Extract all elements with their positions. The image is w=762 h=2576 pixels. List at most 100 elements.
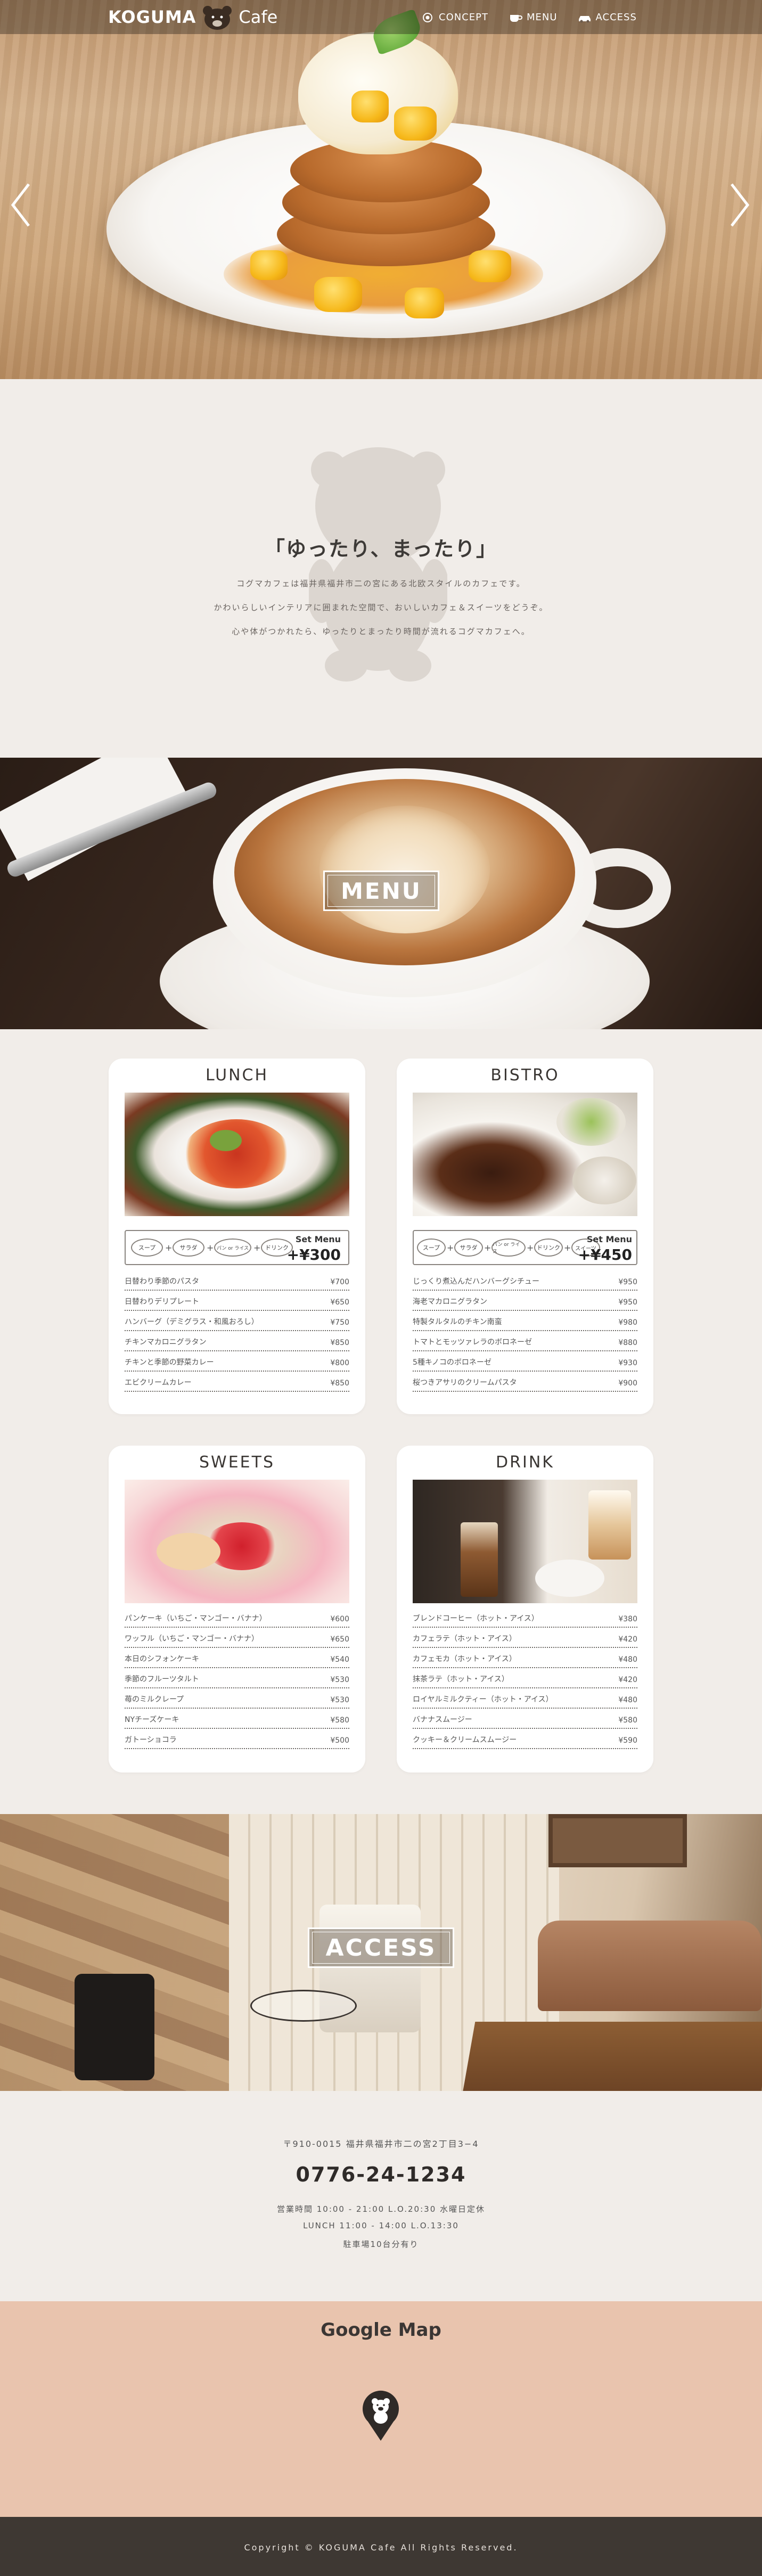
concept-text-line: コグマカフェは福井県福井市二の宮にある北欧スタイルのカフェです。 [236,579,526,588]
menu-item-row: バナナスムージー ¥580 [413,1709,637,1729]
menu-item-price: ¥650 [330,1298,349,1307]
menu-item-row: じっくり煮込んだハンバーグシチュー ¥950 [413,1270,637,1291]
business-hours: 営業時間 10:00 - 21:00 L.O.20:30 水曜日定休 [276,2204,486,2214]
set-item-pill: パン or ライス [214,1238,251,1257]
nav-concept[interactable]: CONCEPT [421,12,488,23]
sweets-photo [125,1480,349,1603]
banner-black-chair [75,1974,154,2080]
menu-item-name: NYチーズケーキ [125,1716,179,1724]
menu-item-name: 本日のシフォンケーキ [125,1655,199,1663]
menu-item-name: ガトーショコラ [125,1736,177,1744]
banner-wood-table [462,2022,762,2091]
menu-item-row: チキンマカロニグラタン ¥850 [125,1331,349,1351]
main-nav: CONCEPT MENU ACCESS [421,12,637,23]
set-plus-icon: + [207,1243,214,1253]
menu-item-price: ¥540 [330,1655,349,1664]
menu-item-row: 特製タルタルのチキン南蛮 ¥980 [413,1311,637,1331]
nav-concept-label: CONCEPT [439,12,488,23]
address-text: 〒910-0015 福井県福井市二の宮2丁目3−4 [283,2139,479,2149]
menu-item-price: ¥420 [618,1676,637,1684]
drink-card-title: DRINK [496,1453,554,1472]
access-banner: ACCESS [0,1814,762,2091]
menu-item-row: エビクリームカレー ¥850 [125,1372,349,1392]
menu-banner: MENU [0,758,762,1029]
sweets-card: SWEETS パンケーキ（いちご・マンゴー・バナナ） ¥600 ワッフル（いちご・マ… [109,1446,365,1773]
bistro-photo [413,1093,637,1216]
menu-item-row: ワッフル（いちご・マンゴー・バナナ） ¥650 [125,1628,349,1648]
banner-window [548,1814,687,1867]
menu-item-name: バナナスムージー [413,1716,472,1724]
set-menu-label: Set Menu [586,1234,632,1244]
set-plus-icon: + [253,1243,261,1253]
lunch-card: LUNCH スープ + サラダ + パン or ライス + ドリンク Set M… [109,1059,365,1414]
nav-access[interactable]: ACCESS [578,12,637,23]
menu-item-name: ロイヤルミルクティー（ホット・アイス） [413,1695,553,1704]
set-plus-icon: + [564,1243,571,1253]
menu-item-row: パンケーキ（いちご・マンゴー・バナナ） ¥600 [125,1607,349,1628]
slider-next-arrow-icon[interactable] [727,181,752,229]
menu-item-price: ¥980 [618,1318,637,1327]
menu-item-row: ガトーショコラ ¥500 [125,1729,349,1749]
lunch-photo [125,1093,349,1216]
nav-access-label: ACCESS [595,12,637,23]
menu-item-row: 桜つきアサリのクリームパスタ ¥900 [413,1372,637,1392]
menu-item-row: ハンバーグ（デミグラス・和風おろし） ¥750 [125,1311,349,1331]
site-footer: Copyright © KOGUMA Cafe All Rights Reser… [0,2517,762,2576]
menu-item-name: 抹茶ラテ（ホット・アイス） [413,1675,509,1684]
set-menu-price: +¥300 [286,1246,341,1264]
menu-item-price: ¥580 [330,1716,349,1725]
banner-sofa [538,1921,761,2011]
menu-item-name: 日替わりデリプレート [125,1298,199,1306]
menu-item-price: ¥880 [618,1339,637,1347]
logo-text-sub: Cafe [239,7,278,27]
nav-menu-label: MENU [527,12,558,23]
slider-prev-arrow-icon[interactable] [9,181,33,229]
menu-item-name: 5種キノコのボロネーゼ [413,1358,491,1367]
menu-item-price: ¥950 [618,1298,637,1307]
menu-item-price: ¥480 [618,1655,637,1664]
logo-text-main: KOGUMA [108,7,196,27]
map-title: Google Map [321,2319,441,2341]
menu-item-row: ロイヤルミルクティー（ホット・アイス） ¥480 [413,1688,637,1709]
menu-item-name: パンケーキ（いちご・マンゴー・バナナ） [125,1614,267,1623]
nav-menu[interactable]: MENU [509,12,558,23]
concept-text-line: 心や体がつかれたら、ゆったりとまったり時間が流れるコグマカフェへ。 [232,627,530,636]
menu-item-price: ¥950 [618,1278,637,1286]
menu-item-name: カフェラテ（ホット・アイス） [413,1635,517,1643]
map-pin-icon[interactable] [359,2389,402,2442]
hero-mango-piece [394,106,437,141]
menu-item-price: ¥380 [618,1615,637,1623]
set-item-pill: サラダ [173,1238,204,1257]
google-map-section: Google Map [0,2301,762,2517]
set-menu-price: +¥450 [578,1246,632,1264]
menu-item-name: 日替わり季節のパスタ [125,1277,199,1286]
menu-item-name: 桜つきアサリのクリームパスタ [413,1379,517,1387]
bistro-card-title: BISTRO [490,1066,560,1085]
menu-item-price: ¥480 [618,1696,637,1704]
set-item-pill: ドリンク [534,1238,563,1257]
menu-item-name: 特製タルタルのチキン南蛮 [413,1318,502,1326]
menu-item-name: チキンマカロニグラタン [125,1338,207,1347]
menu-item-name: トマトとモッツァレラのボロネーゼ [413,1338,532,1347]
site-logo[interactable]: KOGUMA Cafe [108,5,278,30]
set-item-pill: パン or ライス [491,1238,526,1257]
menu-item-row: 抹茶ラテ（ホット・アイス） ¥420 [413,1668,637,1688]
set-plus-icon: + [484,1243,491,1253]
set-item-pill: スープ [417,1238,446,1257]
menu-item-price: ¥700 [330,1278,349,1286]
menu-item-row: 本日のシフォンケーキ ¥540 [125,1648,349,1668]
coffee-cup-icon [510,14,522,22]
phone-number[interactable]: 0776-24-1234 [0,2163,762,2186]
menu-item-price: ¥850 [330,1339,349,1347]
access-info-section [0,2091,762,2301]
menu-item-price: ¥930 [618,1359,637,1367]
drink-photo [413,1480,637,1603]
banner-latte-art [319,806,490,933]
set-menu-label: Set Menu [295,1234,341,1244]
set-plus-icon: + [447,1243,454,1253]
menu-item-name: カフェモカ（ホット・アイス） [413,1655,517,1663]
copyright-text: Copyright © KOGUMA Cafe All Rights Reser… [244,2542,518,2553]
hero-mango-piece [469,250,511,282]
menu-item-name: 季節のフルーツタルト [125,1675,199,1684]
lunch-set-menu-box: スープ + サラダ + パン or ライス + ドリンク Set Menu +¥… [125,1230,349,1265]
